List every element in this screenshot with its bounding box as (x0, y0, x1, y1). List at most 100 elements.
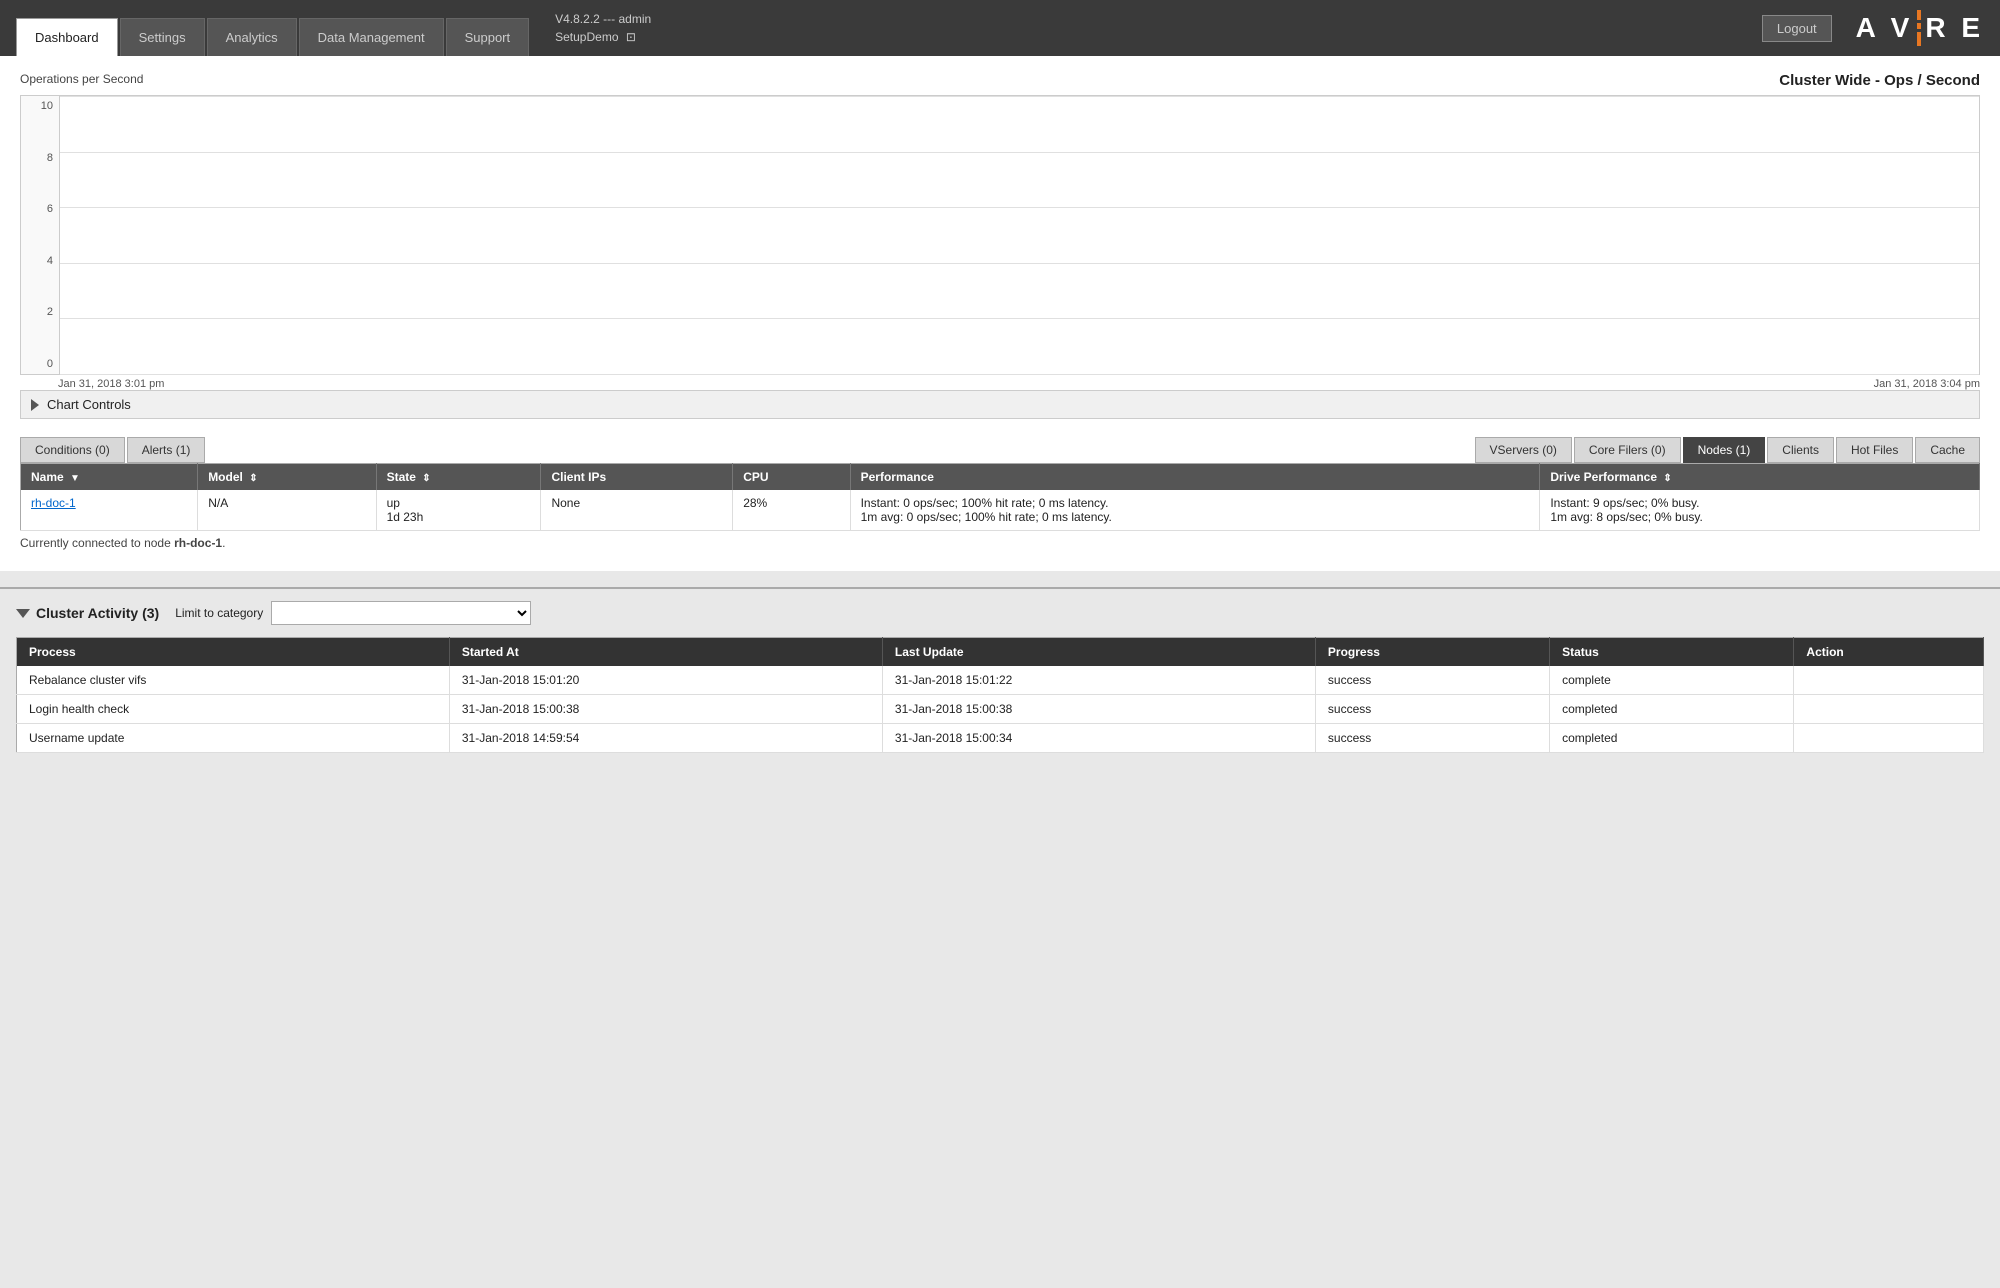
col-action: Action (1794, 638, 1984, 667)
cluster-activity-title: Cluster Activity (3) (16, 605, 159, 621)
sort-state-icon: ⇕ (422, 473, 430, 484)
chart-area: 10 8 6 4 2 0 (20, 95, 1980, 375)
table-row: Rebalance cluster vifs31-Jan-2018 15:01:… (17, 666, 1984, 695)
col-last-update: Last Update (882, 638, 1315, 667)
tab-settings[interactable]: Settings (120, 18, 205, 56)
col-drive-performance[interactable]: Drive Performance ⇕ (1540, 464, 1980, 491)
y-label-2: 2 (47, 306, 53, 318)
chart-x-labels: Jan 31, 2018 3:01 pm Jan 31, 2018 3:04 p… (20, 378, 1980, 390)
tab-support[interactable]: Support (446, 18, 530, 56)
chart-controls[interactable]: Chart Controls (20, 390, 1980, 419)
tab-nodes[interactable]: Nodes (1) (1683, 437, 1766, 463)
tab-group: Conditions (0) Alerts (1) VServers (0) C… (20, 437, 1980, 463)
cell-action (1794, 666, 1984, 695)
cell-name: rh-doc-1 (21, 490, 198, 531)
cell-last-update: 31-Jan-2018 15:00:34 (882, 724, 1315, 753)
cell-progress: success (1315, 666, 1549, 695)
y-label-0: 0 (47, 358, 53, 370)
tab-hot-files[interactable]: Hot Files (1836, 437, 1913, 463)
x-label-right: Jan 31, 2018 3:04 pm (1874, 378, 1980, 390)
col-model[interactable]: Model ⇕ (198, 464, 376, 491)
cluster-activity-header: Cluster Activity (3) Limit to category (16, 601, 1984, 625)
grid-line-10 (60, 96, 1979, 97)
cell-action (1794, 695, 1984, 724)
tab-vservers[interactable]: VServers (0) (1475, 437, 1572, 463)
version-info: V4.8.2.2 --- admin SetupDemo ⊡ (555, 10, 651, 46)
tab-alerts[interactable]: Alerts (1) (127, 437, 206, 463)
nav-tabs: Dashboard Settings Analytics Data Manage… (16, 0, 531, 56)
setup-text: SetupDemo ⊡ (555, 28, 651, 46)
sort-drive-perf-icon: ⇕ (1663, 473, 1671, 484)
col-performance: Performance (850, 464, 1540, 491)
cluster-activity-section: Cluster Activity (3) Limit to category P… (0, 587, 2000, 753)
main-content: Operations per Second Cluster Wide - Ops… (0, 56, 2000, 571)
grid-line-2 (60, 318, 1979, 319)
y-label-10: 10 (41, 100, 53, 112)
chart-controls-label: Chart Controls (47, 397, 131, 412)
y-label-6: 6 (47, 203, 53, 215)
tab-core-filers[interactable]: Core Filers (0) (1574, 437, 1681, 463)
tab-group-right: VServers (0) Core Filers (0) Nodes (1) C… (1475, 437, 1980, 463)
cell-started-at: 31-Jan-2018 15:00:38 (449, 695, 882, 724)
filter-label: Limit to category (175, 606, 263, 620)
tab-analytics[interactable]: Analytics (207, 18, 297, 56)
connected-message: Currently connected to node rh-doc-1. (20, 531, 1980, 555)
tab-conditions[interactable]: Conditions (0) (20, 437, 125, 463)
cell-status: complete (1550, 666, 1794, 695)
cell-process: Username update (17, 724, 450, 753)
sort-model-icon: ⇕ (249, 473, 257, 484)
chart-title-right: Cluster Wide - Ops / Second (1779, 72, 1980, 89)
cell-started-at: 31-Jan-2018 14:59:54 (449, 724, 882, 753)
table-row: Login health check31-Jan-2018 15:00:3831… (17, 695, 1984, 724)
cell-status: completed (1550, 695, 1794, 724)
chart-section: Operations per Second Cluster Wide - Ops… (20, 72, 1980, 419)
col-status: Status (1550, 638, 1794, 667)
logo-bars-icon (1917, 10, 1921, 46)
cell-progress: success (1315, 724, 1549, 753)
cell-performance: Instant: 0 ops/sec; 100% hit rate; 0 ms … (850, 490, 1540, 531)
logout-button[interactable]: Logout (1762, 15, 1832, 42)
y-label-8: 8 (47, 152, 53, 164)
cell-cpu: 28% (733, 490, 850, 531)
col-client-ips: Client IPs (541, 464, 733, 491)
tab-clients[interactable]: Clients (1767, 437, 1834, 463)
grid-line-0 (60, 374, 1979, 375)
y-label-4: 4 (47, 255, 53, 267)
col-state[interactable]: State ⇕ (376, 464, 541, 491)
cell-model: N/A (198, 490, 376, 531)
table-row: rh-doc-1 N/A up 1d 23h None 28% Instant:… (21, 490, 1980, 531)
cell-status: completed (1550, 724, 1794, 753)
cell-client-ips: None (541, 490, 733, 531)
chart-header: Operations per Second Cluster Wide - Ops… (20, 72, 1980, 89)
grid-line-4 (60, 263, 1979, 264)
col-cpu: CPU (733, 464, 850, 491)
cell-action (1794, 724, 1984, 753)
chart-plot (59, 96, 1979, 374)
cell-drive-performance: Instant: 9 ops/sec; 0% busy. 1m avg: 8 o… (1540, 490, 1980, 531)
tab-group-left: Conditions (0) Alerts (1) (20, 437, 205, 463)
grid-line-6 (60, 207, 1979, 208)
activity-table: Process Started At Last Update Progress … (16, 637, 1984, 753)
cell-started-at: 31-Jan-2018 15:01:20 (449, 666, 882, 695)
col-name[interactable]: Name ▼ (21, 464, 198, 491)
tab-dashboard[interactable]: Dashboard (16, 18, 118, 56)
node-link[interactable]: rh-doc-1 (31, 496, 76, 510)
col-progress: Progress (1315, 638, 1549, 667)
collapse-icon[interactable] (16, 609, 30, 618)
tab-data-management[interactable]: Data Management (299, 18, 444, 56)
cell-last-update: 31-Jan-2018 15:00:38 (882, 695, 1315, 724)
cell-last-update: 31-Jan-2018 15:01:22 (882, 666, 1315, 695)
cluster-activity-filter: Limit to category (175, 601, 531, 625)
nodes-table: Name ▼ Model ⇕ State ⇕ Client IPs CPU Pe… (20, 463, 1980, 531)
connected-node: rh-doc-1 (174, 536, 222, 550)
cell-progress: success (1315, 695, 1549, 724)
table-row: Username update31-Jan-2018 14:59:5431-Ja… (17, 724, 1984, 753)
tab-cache[interactable]: Cache (1915, 437, 1980, 463)
cell-state: up 1d 23h (376, 490, 541, 531)
version-text: V4.8.2.2 --- admin (555, 10, 651, 28)
col-process: Process (17, 638, 450, 667)
grid-line-8 (60, 152, 1979, 153)
filter-select[interactable] (271, 601, 531, 625)
avere-logo: A V R E (1856, 10, 1984, 46)
x-label-left: Jan 31, 2018 3:01 pm (58, 378, 164, 390)
